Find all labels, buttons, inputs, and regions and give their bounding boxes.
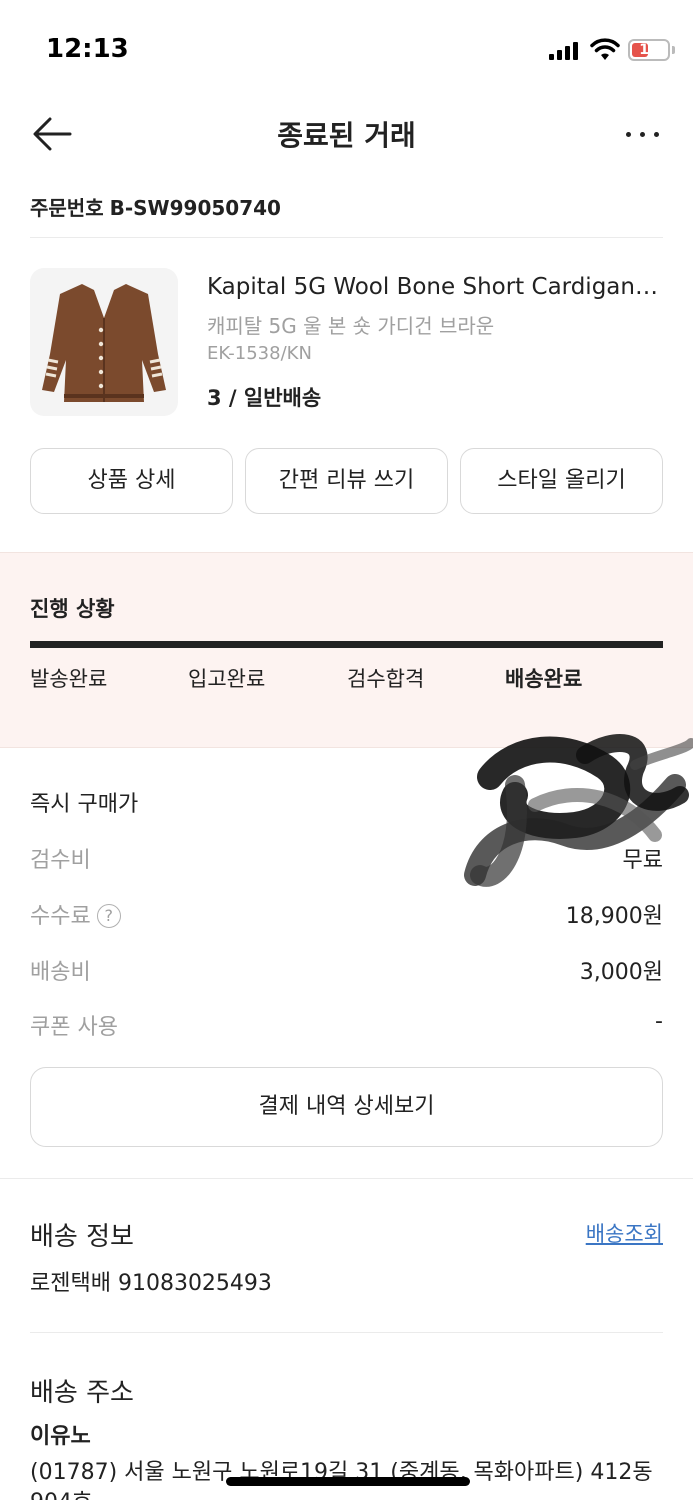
step-shipped: 발송완료 <box>30 667 108 691</box>
cardigan-image <box>42 284 166 402</box>
page-title: 종료된 거래 <box>277 119 416 152</box>
progress-bar-fill <box>30 641 663 648</box>
product-detail-button[interactable]: 상품 상세 <box>30 448 233 514</box>
commission-label: 수수료? <box>30 898 121 930</box>
step-received: 입고완료 <box>188 667 266 691</box>
progress-section: 진행 상황 발송완료 입고완료 검수합격 배송완료 <box>0 552 693 748</box>
step-inspected: 검수합격 <box>347 667 425 691</box>
battery-icon: 17 <box>628 39 670 61</box>
product-code: EK-1538/KN <box>207 343 312 364</box>
progress-title: 진행 상황 <box>30 597 115 621</box>
home-indicator <box>226 1477 470 1486</box>
step-delivered: 배송완료 <box>505 667 583 691</box>
inspection-fee-label: 검수비 <box>30 848 91 873</box>
divider <box>30 1332 663 1333</box>
product-size-delivery: 3 / 일반배송 <box>207 386 322 410</box>
progress-bar <box>30 641 663 648</box>
redaction-scribble <box>464 734 693 887</box>
recipient-name: 이유노 <box>30 1424 91 1449</box>
battery-tip <box>672 46 675 54</box>
courier-tracking-number: 로젠택배 91083025493 <box>30 1271 272 1296</box>
payment-detail-button[interactable]: 결제 내역 상세보기 <box>30 1067 663 1147</box>
signal-icon <box>549 42 579 60</box>
commission-label-text: 수수료 <box>30 904 91 929</box>
order-number-label: 주문번호 <box>30 196 104 220</box>
order-number-value: B-SW99050740 <box>109 196 281 220</box>
more-button[interactable] <box>620 112 664 156</box>
battery-text: 17 <box>639 42 659 58</box>
status-time: 12:13 <box>46 34 129 64</box>
shipping-info-title: 배송 정보 <box>30 1222 134 1252</box>
product-name-ko: 캐피탈 5G 울 본 숏 가디건 브라운 <box>207 314 495 338</box>
instant-buy-label: 즉시 구매가 <box>30 792 139 817</box>
post-style-button[interactable]: 스타일 올리기 <box>460 448 663 514</box>
status-bar: 12:13 17 <box>0 0 693 100</box>
tracking-link[interactable]: 배송조회 <box>586 1218 663 1248</box>
shipping-address-title: 배송 주소 <box>30 1378 134 1408</box>
shipping-fee-value: 3,000원 <box>579 960 663 985</box>
order-number: 주문번호 B-SW99050740 <box>30 192 281 221</box>
section-divider <box>0 1178 693 1179</box>
product-image[interactable] <box>30 268 178 416</box>
coupon-value: - <box>655 1009 663 1034</box>
question-icon[interactable]: ? <box>96 904 121 928</box>
divider <box>30 237 663 238</box>
write-review-button[interactable]: 간편 리뷰 쓰기 <box>245 448 448 514</box>
shipping-fee-label: 배송비 <box>30 960 91 985</box>
more-dots-icon <box>626 132 631 137</box>
coupon-label: 쿠폰 사용 <box>30 1015 118 1040</box>
product-name[interactable]: Kapital 5G Wool Bone Short Cardigan Brow… <box>207 274 663 300</box>
wifi-icon <box>590 38 620 62</box>
